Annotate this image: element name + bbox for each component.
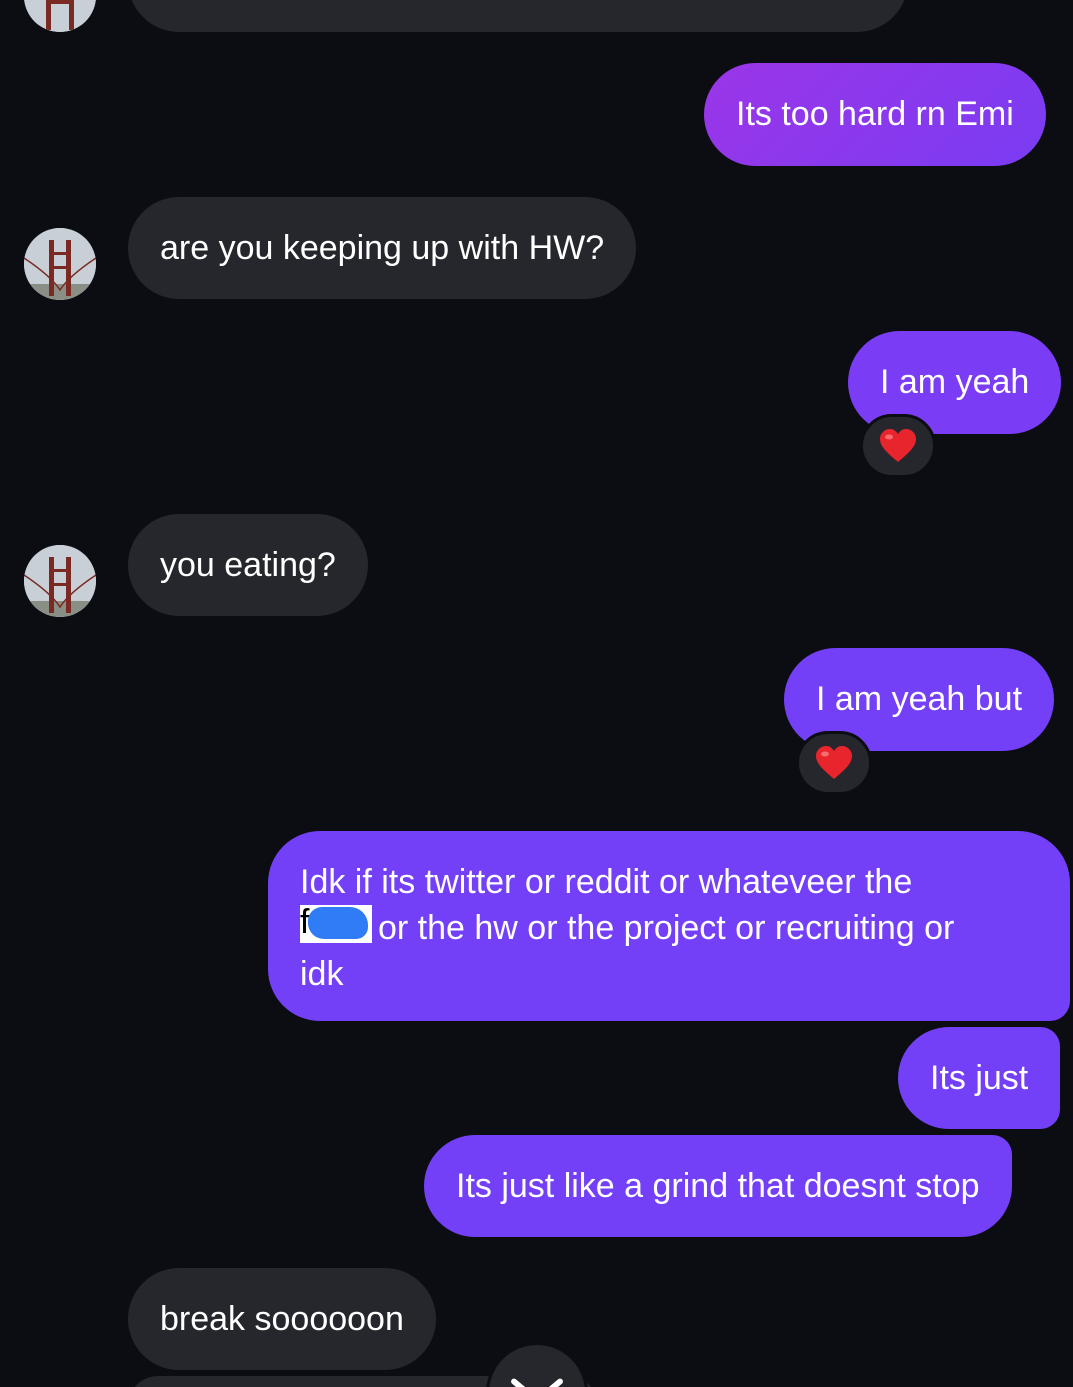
golden-gate-avatar-icon xyxy=(24,545,96,617)
chat-thread: Its too hard rn Emi are you keeping up w… xyxy=(0,0,1073,1387)
message-line: f or the hw or the project or recruiting … xyxy=(300,903,1038,951)
contact-avatar[interactable] xyxy=(24,0,96,32)
reaction-badge[interactable] xyxy=(796,731,872,795)
message-text: I am yeah xyxy=(880,363,1030,401)
message-bubble-incoming[interactable]: are you keeping up with HW? xyxy=(128,197,637,299)
message-text: or the hw or the project or recruiting o… xyxy=(378,909,955,947)
message-text: Its just xyxy=(930,1059,1029,1097)
message-line: idk xyxy=(300,955,344,993)
message-text: you eating? xyxy=(160,546,336,584)
redacted-word: f xyxy=(300,903,372,943)
message-text: are you keeping up with HW? xyxy=(160,229,605,267)
chevron-down-icon xyxy=(511,1378,563,1387)
contact-avatar[interactable] xyxy=(24,228,96,300)
message-text: break soooooon xyxy=(160,1300,404,1338)
message-bubble-outgoing[interactable]: Idk if its twitter or reddit or whatevee… xyxy=(268,831,1070,1021)
golden-gate-avatar-icon xyxy=(24,0,96,32)
message-text: Its too hard rn Emi xyxy=(736,95,1014,133)
heart-icon xyxy=(816,746,852,779)
message-text: Its just like a grind that doesnt stop xyxy=(456,1167,980,1205)
golden-gate-avatar-icon xyxy=(24,228,96,300)
message-line: Idk if its twitter or reddit or whatevee… xyxy=(300,863,913,901)
redaction-scribble xyxy=(308,907,368,939)
message-bubble-outgoing[interactable]: Its just like a grind that doesnt stop xyxy=(424,1135,1012,1237)
message-bubble-outgoing[interactable]: Its just xyxy=(898,1027,1061,1129)
message-bubble-incoming[interactable]: you eating? xyxy=(128,514,368,616)
scroll-down-button[interactable] xyxy=(486,1342,588,1387)
message-bubble-incoming-partial[interactable] xyxy=(128,0,908,32)
heart-icon xyxy=(880,429,916,462)
message-text: I am yeah but xyxy=(816,680,1023,718)
message-bubble-incoming[interactable]: break soooooon xyxy=(128,1268,436,1370)
reaction-badge[interactable] xyxy=(860,414,936,478)
message-bubble-outgoing[interactable]: Its too hard rn Emi xyxy=(704,63,1046,166)
contact-avatar[interactable] xyxy=(24,545,96,617)
